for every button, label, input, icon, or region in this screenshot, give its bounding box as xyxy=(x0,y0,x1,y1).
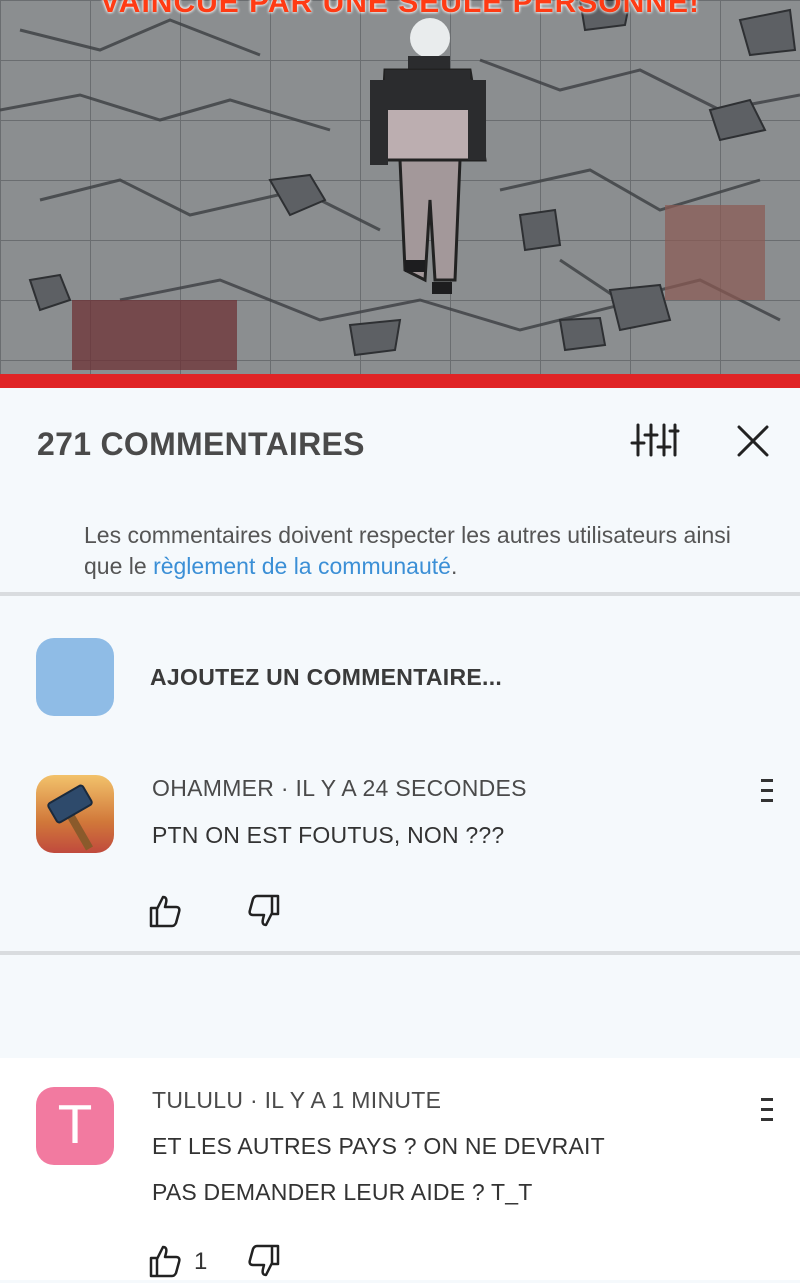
manga-panel-image: VAINCUE PAR UNE SEULE PERSONNE! xyxy=(0,0,800,388)
thumbs-up-icon[interactable] xyxy=(148,1244,182,1278)
comment-text: ET LES AUTRES PAYS ? ON NE DEVRAIT xyxy=(152,1133,605,1159)
divider xyxy=(0,592,800,596)
comment-item: T TULULU · IL Y A 1 MINUTE ET LES AUTRES… xyxy=(0,1058,800,1280)
community-rules-link[interactable]: règlement de la communauté xyxy=(153,553,451,579)
add-comment-input[interactable]: AJOUTEZ UN COMMENTAIRE... xyxy=(150,664,502,691)
notice-suffix: . xyxy=(450,553,458,579)
more-options-icon[interactable] xyxy=(759,1096,775,1124)
comments-count-title: 271 COMMENTAIRES xyxy=(37,426,365,462)
more-options-icon[interactable] xyxy=(759,777,775,805)
banner-caption: VAINCUE PAR UNE SEULE PERSONNE! xyxy=(100,0,700,19)
close-icon[interactable] xyxy=(733,421,773,461)
comment-text: PAS DEMANDER LEUR AIDE ? T_T xyxy=(152,1179,533,1205)
sliders-icon[interactable] xyxy=(630,421,680,461)
progress-accent-bar xyxy=(0,374,800,388)
thumbs-down-icon[interactable] xyxy=(247,894,281,928)
community-notice: Les commentaires doivent respecter les a… xyxy=(84,520,764,582)
comment-meta: TULULU · IL Y A 1 MINUTE xyxy=(152,1087,442,1113)
hammer-icon xyxy=(36,775,114,853)
user-avatar: T xyxy=(36,1087,114,1165)
thumbs-down-icon[interactable] xyxy=(247,1244,281,1278)
current-user-avatar xyxy=(36,638,114,716)
comment-text: PTN ON EST FOUTUS, NON ??? xyxy=(152,822,505,848)
like-count: 1 xyxy=(194,1248,208,1275)
spacer xyxy=(0,955,800,1058)
thumbs-up-icon[interactable] xyxy=(148,894,182,928)
comment-meta: OHAMMER · IL Y A 24 SECONDES xyxy=(152,775,527,801)
manga-illustration xyxy=(0,0,800,388)
comments-panel: 271 COMMENTAIRES Les commentaires doiven… xyxy=(0,388,800,1280)
